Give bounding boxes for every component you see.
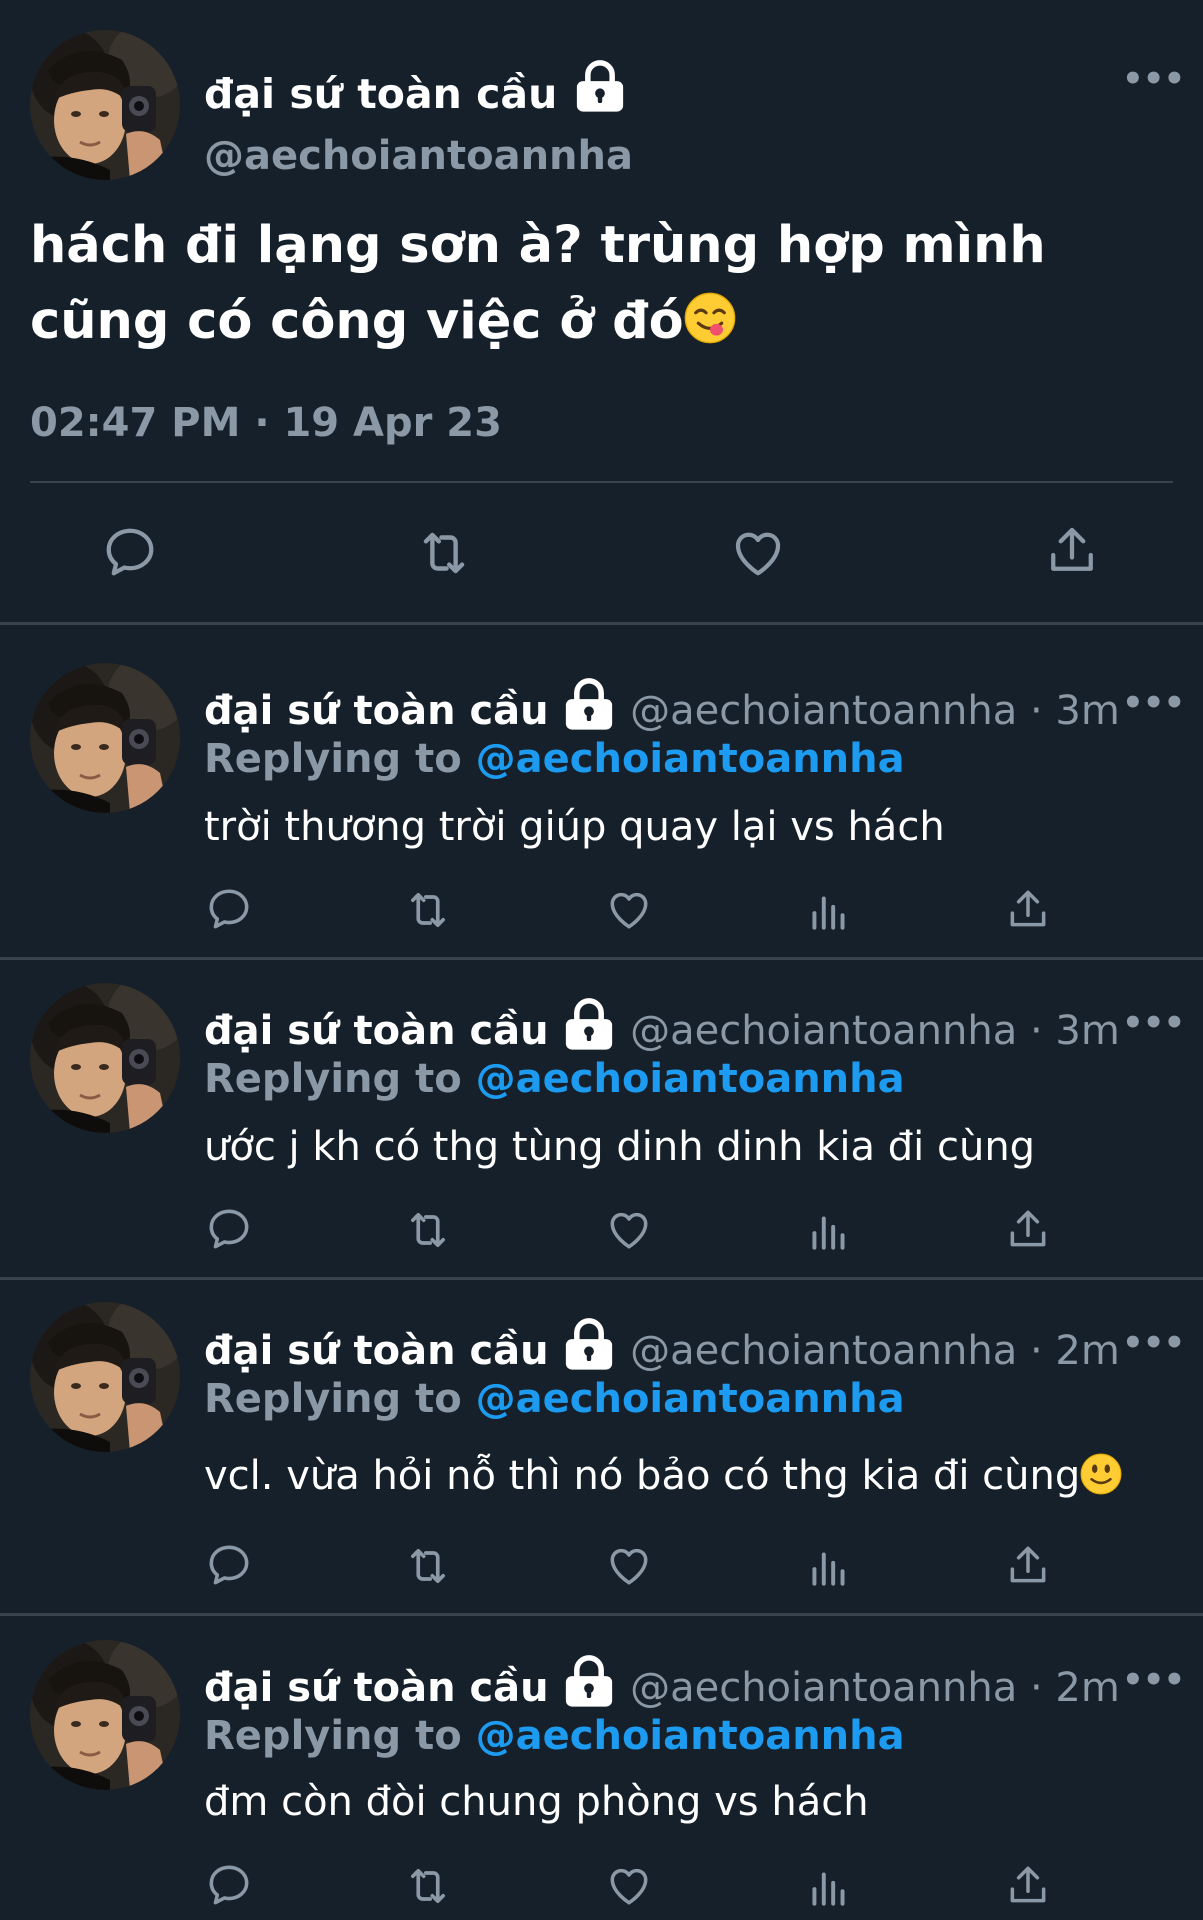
divider xyxy=(0,622,1203,625)
more-dots-icon[interactable]: ••• xyxy=(1122,1326,1185,1360)
reply-text: trời thương trời giúp quay lại vs hách xyxy=(204,804,945,850)
reply-age[interactable]: 2m xyxy=(1055,1665,1119,1711)
tweet-date: 19 Apr 23 xyxy=(283,400,502,446)
yum-face-emoji xyxy=(684,292,736,344)
replying-to: Replying to @aechoiantoannha xyxy=(204,1051,905,1107)
tweet-body: hách đi lạng sơn à? trùng hợp mình cũng … xyxy=(30,216,1046,351)
mention-link[interactable]: @aechoiantoannha xyxy=(476,1056,905,1102)
reply-age[interactable]: 3m xyxy=(1055,688,1119,734)
avatar[interactable] xyxy=(30,983,180,1133)
separator: · xyxy=(1029,1008,1043,1054)
protected-lock-icon xyxy=(561,996,617,1052)
separator: · xyxy=(254,400,270,446)
share-icon[interactable] xyxy=(1042,520,1102,580)
reply-text: đm còn đòi chung phòng vs hách xyxy=(204,1779,869,1825)
replying-to: Replying to @aechoiantoannha xyxy=(204,731,905,787)
like-icon[interactable] xyxy=(728,522,788,582)
protected-lock-icon xyxy=(572,58,628,114)
mention-link[interactable]: @aechoiantoannha xyxy=(476,1376,905,1422)
protected-lock-icon xyxy=(561,676,617,732)
retweet-icon[interactable] xyxy=(402,1540,454,1592)
divider xyxy=(30,481,1173,483)
share-icon[interactable] xyxy=(1003,1860,1053,1910)
replying-label: Replying to xyxy=(204,1376,462,1422)
display-name[interactable]: đại sứ toàn cầu xyxy=(204,1665,549,1711)
analytics-icon[interactable] xyxy=(804,1862,854,1912)
protected-lock-icon xyxy=(561,1653,617,1709)
reply-text: ước j kh có thg tùng dinh dinh kia đi cù… xyxy=(204,1124,1036,1170)
more-dots-icon[interactable]: ••• xyxy=(1122,1006,1185,1040)
more-dots-icon[interactable]: ••• xyxy=(1122,1663,1185,1697)
avatar[interactable] xyxy=(30,1640,180,1790)
reply-text: vcl. vừa hỏi nỗ thì nó bảo có thg kia đi… xyxy=(204,1446,1122,1506)
author-name[interactable]: đại sứ toàn cầu xyxy=(204,58,628,122)
author-handle[interactable]: @aechoiantoannha xyxy=(630,1008,1017,1054)
avatar[interactable] xyxy=(30,1302,180,1452)
analytics-icon[interactable] xyxy=(804,1542,854,1592)
slightly-smiling-face-emoji xyxy=(1080,1453,1122,1495)
avatar[interactable] xyxy=(30,663,180,813)
share-icon[interactable] xyxy=(1003,1204,1053,1254)
protected-lock-icon xyxy=(561,1316,617,1372)
author-handle[interactable]: @aechoiantoannha xyxy=(204,128,633,184)
share-icon[interactable] xyxy=(1003,1540,1053,1590)
share-icon[interactable] xyxy=(1003,884,1053,934)
replying-to: Replying to @aechoiantoannha xyxy=(204,1708,905,1764)
retweet-icon[interactable] xyxy=(402,1204,454,1256)
reply-icon[interactable] xyxy=(204,1540,254,1590)
replying-label: Replying to xyxy=(204,736,462,782)
separator: · xyxy=(1029,1665,1043,1711)
display-name[interactable]: đại sứ toàn cầu xyxy=(204,1328,549,1374)
author-handle[interactable]: @aechoiantoannha xyxy=(630,1328,1017,1374)
tweet-text: hách đi lạng sơn à? trùng hợp mình cũng … xyxy=(30,208,1180,360)
reply-icon[interactable] xyxy=(204,1860,254,1910)
replying-label: Replying to xyxy=(204,1713,462,1759)
replying-to: Replying to @aechoiantoannha xyxy=(204,1371,905,1427)
retweet-icon[interactable] xyxy=(413,522,475,584)
like-icon[interactable] xyxy=(604,1860,654,1910)
tweet-timestamp[interactable]: 02:47 PM · 19 Apr 23 xyxy=(30,400,502,446)
reply-icon[interactable] xyxy=(204,884,254,934)
display-name[interactable]: đại sứ toàn cầu xyxy=(204,688,549,734)
reply-header: đại sứ toàn cầu @aechoiantoannha · 2m xyxy=(204,1316,1120,1376)
reply-age[interactable]: 2m xyxy=(1055,1328,1119,1374)
replying-label: Replying to xyxy=(204,1056,462,1102)
reply-icon[interactable] xyxy=(204,1204,254,1254)
divider xyxy=(0,957,1203,960)
like-icon[interactable] xyxy=(604,884,654,934)
reply-header: đại sứ toàn cầu @aechoiantoannha · 2m xyxy=(204,1653,1120,1713)
retweet-icon[interactable] xyxy=(402,884,454,936)
more-dots-icon[interactable]: ••• xyxy=(1122,62,1185,96)
retweet-icon[interactable] xyxy=(402,1860,454,1912)
tweet-time: 02:47 PM xyxy=(30,400,241,446)
reply-header: đại sứ toàn cầu @aechoiantoannha · 3m xyxy=(204,676,1120,736)
analytics-icon[interactable] xyxy=(804,1206,854,1256)
mention-link[interactable]: @aechoiantoannha xyxy=(476,736,905,782)
reply-age[interactable]: 3m xyxy=(1055,1008,1119,1054)
separator: · xyxy=(1029,1328,1043,1374)
like-icon[interactable] xyxy=(604,1540,654,1590)
more-dots-icon[interactable]: ••• xyxy=(1122,686,1185,720)
mention-link[interactable]: @aechoiantoannha xyxy=(476,1713,905,1759)
divider xyxy=(0,1613,1203,1616)
avatar[interactable] xyxy=(30,30,180,180)
reply-header: đại sứ toàn cầu @aechoiantoannha · 3m xyxy=(204,996,1120,1056)
display-name[interactable]: đại sứ toàn cầu xyxy=(204,1008,549,1054)
author-handle[interactable]: @aechoiantoannha xyxy=(630,1665,1017,1711)
like-icon[interactable] xyxy=(604,1204,654,1254)
reply-body: vcl. vừa hỏi nỗ thì nó bảo có thg kia đi… xyxy=(204,1453,1081,1499)
author-handle[interactable]: @aechoiantoannha xyxy=(630,688,1017,734)
separator: · xyxy=(1029,688,1043,734)
analytics-icon[interactable] xyxy=(804,886,854,936)
reply-icon[interactable] xyxy=(100,522,160,582)
divider xyxy=(0,1277,1203,1280)
display-name: đại sứ toàn cầu xyxy=(204,70,558,118)
